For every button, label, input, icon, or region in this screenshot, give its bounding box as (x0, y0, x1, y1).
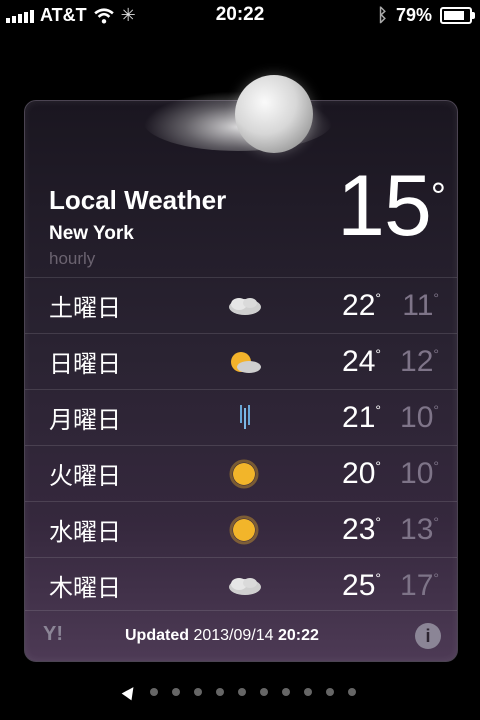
forecast-high: 21° (342, 400, 381, 434)
widget-footer: Y! Updated 2013/09/14 20:22 i (25, 610, 457, 661)
forecast-day: 木曜日 (49, 575, 121, 602)
page-dot[interactable] (348, 688, 356, 696)
widget-header: Local Weather New York hourly (49, 187, 226, 269)
page-indicator[interactable] (0, 683, 480, 701)
battery-icon (440, 7, 475, 24)
city-name: New York (49, 223, 134, 244)
forecast-list: 土曜日 22° 11° 日曜日 24° 12° 月曜日 21° 10° 火曜日 … (25, 277, 457, 613)
forecast-high: 25° (342, 568, 381, 602)
forecast-row: 土曜日 22° 11° (25, 277, 457, 333)
forecast-day: 火曜日 (49, 463, 121, 490)
page-dot[interactable] (238, 688, 246, 696)
forecast-low: 11° (402, 288, 439, 322)
partly-sunny-icon (231, 352, 261, 373)
page-dot[interactable] (150, 688, 158, 696)
forecast-low: 13° (400, 512, 439, 546)
yahoo-logo-icon[interactable]: Y! (43, 623, 83, 649)
cloud-icon (229, 298, 261, 315)
forecast-row: 水曜日 23° 13° (25, 501, 457, 557)
forecast-day: 月曜日 (49, 407, 121, 434)
page-dot[interactable] (216, 688, 224, 696)
forecast-row: 火曜日 20° 10° (25, 445, 457, 501)
forecast-low: 17° (400, 568, 439, 602)
forecast-row: 日曜日 24° 12° (25, 333, 457, 389)
cloud-icon (229, 578, 261, 595)
forecast-low: 10° (400, 456, 439, 490)
page-dot[interactable] (326, 688, 334, 696)
page-dot[interactable] (282, 688, 290, 696)
current-temperature: 15° (337, 158, 446, 254)
forecast-high: 23° (342, 512, 381, 546)
status-bar: AT&T ✳ 20:22 ᛒ 79% (0, 0, 480, 30)
forecast-row: 木曜日 25° 17° (25, 557, 457, 613)
moon-icon (235, 75, 313, 153)
widget-title: Local Weather (49, 185, 227, 215)
rain-icon (240, 405, 250, 429)
forecast-row: 月曜日 21° 10° (25, 389, 457, 445)
weather-widget[interactable]: Local Weather New York hourly 15° 土曜日 22… (24, 75, 458, 662)
bluetooth-icon: ᛒ (377, 5, 388, 25)
info-icon[interactable]: i (415, 623, 441, 649)
forecast-low: 12° (400, 344, 439, 378)
forecast-day: 水曜日 (49, 519, 121, 546)
page-dot[interactable] (172, 688, 180, 696)
sun-icon (229, 459, 259, 489)
updated-timestamp: Updated 2013/09/14 20:22 (125, 627, 319, 644)
forecast-high: 24° (342, 344, 381, 378)
forecast-low: 10° (400, 400, 439, 434)
forecast-high: 20° (342, 456, 381, 490)
location-arrow-icon (121, 683, 139, 701)
page-dot[interactable] (194, 688, 202, 696)
forecast-day: 日曜日 (49, 351, 121, 378)
page-dot[interactable] (304, 688, 312, 696)
page-dot[interactable] (260, 688, 268, 696)
battery-percent: 79% (395, 5, 432, 25)
forecast-high: 22° (342, 288, 381, 322)
hourly-toggle[interactable]: hourly (49, 249, 226, 269)
sun-icon (229, 515, 259, 545)
forecast-day: 土曜日 (49, 295, 121, 322)
